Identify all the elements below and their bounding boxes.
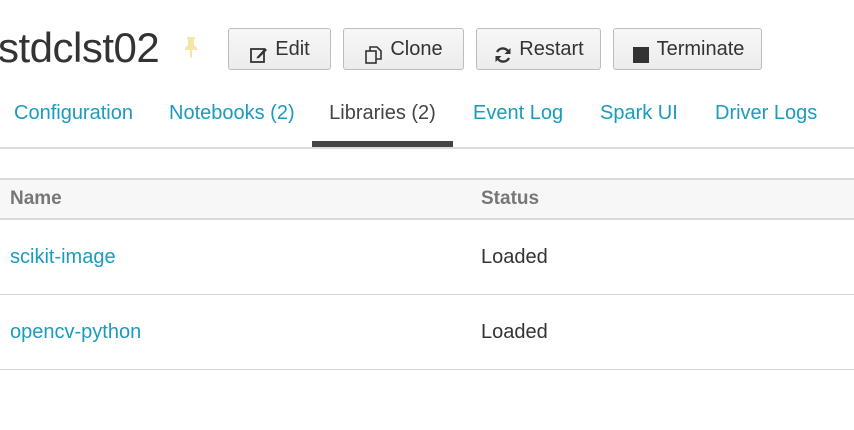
- library-name-link[interactable]: scikit-image: [10, 220, 116, 294]
- table-row: opencv-python Loaded: [0, 295, 854, 370]
- table-row: scikit-image Loaded: [0, 220, 854, 295]
- clone-icon: [364, 39, 384, 64]
- cluster-detail-page: stdclst02 Edit Clone Restart Terminate C…: [0, 0, 854, 430]
- clone-button-label: Clone: [390, 38, 443, 60]
- libraries-table: Name Status scikit-image Loaded opencv-p…: [0, 178, 854, 370]
- tab-notebooks[interactable]: Notebooks (2): [169, 92, 295, 145]
- cluster-header: stdclst02 Edit Clone Restart Terminate: [0, 20, 854, 76]
- column-header-status[interactable]: Status: [481, 180, 539, 218]
- terminate-button-label: Terminate: [656, 38, 745, 60]
- edit-button-label: Edit: [275, 38, 310, 60]
- library-name-link[interactable]: opencv-python: [10, 295, 141, 369]
- restart-icon: [493, 39, 513, 63]
- tab-configuration[interactable]: Configuration: [14, 92, 133, 145]
- restart-button-label: Restart: [519, 38, 584, 60]
- cluster-title: stdclst02: [0, 24, 160, 71]
- library-status: Loaded: [481, 246, 548, 268]
- tab-spark-ui[interactable]: Spark UI: [600, 92, 678, 145]
- edit-button[interactable]: Edit: [228, 28, 331, 70]
- library-status: Loaded: [481, 321, 548, 343]
- tab-event-log[interactable]: Event Log: [473, 92, 563, 145]
- table-header: Name Status: [0, 178, 854, 220]
- column-header-name[interactable]: Name: [10, 180, 62, 218]
- cluster-tabs: Configuration Notebooks (2) Libraries (2…: [0, 92, 854, 149]
- tab-driver-logs[interactable]: Driver Logs: [715, 92, 817, 145]
- edit-icon: [249, 39, 269, 63]
- clone-button[interactable]: Clone: [343, 28, 464, 70]
- tab-libraries[interactable]: Libraries (2): [312, 92, 453, 147]
- restart-button[interactable]: Restart: [476, 28, 601, 70]
- stop-icon: [631, 39, 651, 63]
- pin-icon[interactable]: [182, 36, 200, 58]
- terminate-button[interactable]: Terminate: [613, 28, 762, 70]
